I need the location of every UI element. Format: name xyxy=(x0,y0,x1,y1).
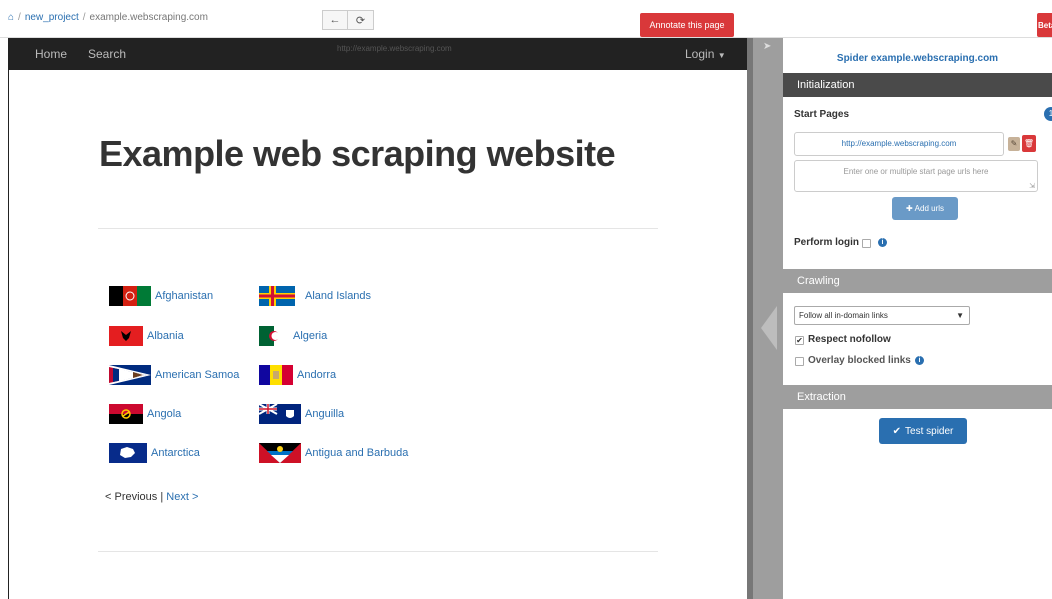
algeria-flag xyxy=(259,326,289,346)
back-arrow-icon: ← xyxy=(329,14,341,26)
country-link[interactable]: Albania xyxy=(147,330,184,342)
reload-icon: ⟳ xyxy=(355,14,366,27)
nav-home-link[interactable]: Home xyxy=(35,47,67,61)
initialization-header[interactable]: Initialization xyxy=(783,73,1052,97)
plus-icon: ✚ xyxy=(905,204,913,213)
country-link[interactable]: Antigua and Barbuda xyxy=(305,447,408,459)
antarctica-flag xyxy=(109,443,147,463)
info-icon[interactable]: i xyxy=(915,356,924,365)
spider-title: Spider example.webscraping.com xyxy=(836,53,999,64)
previous-link[interactable]: < Previous xyxy=(105,491,157,503)
nav-search-link[interactable]: Search xyxy=(88,47,126,61)
beta-badge: Beta xyxy=(1037,13,1052,37)
crawl-strategy-select[interactable]: Follow all in-domain links ▼ xyxy=(794,306,970,325)
collapse-arrow-icon[interactable] xyxy=(761,306,777,350)
crawling-header[interactable]: Crawling xyxy=(783,269,1052,293)
country-link[interactable]: Andorra xyxy=(297,369,336,381)
pager-separator: | xyxy=(160,491,164,503)
country-link[interactable]: Algeria xyxy=(293,330,327,342)
start-url-field[interactable]: http://example.webscraping.com xyxy=(794,132,1004,156)
respect-nofollow-label: Respect nofollow xyxy=(808,334,891,345)
reload-button[interactable]: ⟳ xyxy=(348,10,374,30)
country-item[interactable]: Algeria xyxy=(259,326,327,346)
annotate-page-button[interactable]: Annotate this page xyxy=(640,13,734,37)
country-link[interactable]: American Samoa xyxy=(155,369,239,381)
country-link[interactable]: Angola xyxy=(147,408,181,420)
country-item[interactable]: Afghanistan xyxy=(109,286,213,306)
textarea-placeholder: Enter one or multiple start page urls he… xyxy=(843,167,989,176)
breadcrumb-separator: / xyxy=(82,12,86,23)
pin-icon[interactable]: ➤ xyxy=(763,41,771,52)
andorra-flag xyxy=(259,365,293,385)
dropdown-arrow-icon: ▼ xyxy=(956,311,964,320)
country-item[interactable]: Andorra xyxy=(259,365,336,385)
country-link[interactable]: Anguilla xyxy=(305,408,344,420)
crawl-strategy-value: Follow all in-domain links xyxy=(799,311,888,320)
site-navbar: Home Search http://example.webscraping.c… xyxy=(9,38,747,70)
next-link[interactable]: Next > xyxy=(166,491,198,503)
start-pages-label: Start Pages xyxy=(794,109,850,120)
overlay-blocked-checkbox[interactable] xyxy=(795,357,804,366)
afghanistan-flag xyxy=(109,286,151,306)
edit-icon[interactable]: ✎ xyxy=(1008,137,1020,151)
breadcrumb: ⌂ / new_project / example.webscraping.co… xyxy=(8,12,208,23)
scraped-page-frame: Home Search http://example.webscraping.c… xyxy=(8,38,747,599)
home-icon[interactable]: ⌂ xyxy=(8,12,14,23)
top-toolbar: ⌂ / new_project / example.webscraping.co… xyxy=(0,0,1052,38)
overlay-blocked-label: Overlay blocked links xyxy=(808,355,911,366)
country-item[interactable]: Aland Islands xyxy=(259,286,371,306)
resize-grip-icon[interactable]: ⇲ xyxy=(1029,182,1035,190)
perform-login-checkbox[interactable] xyxy=(862,239,871,248)
test-spider-button[interactable]: ✔ Test spider xyxy=(879,418,967,444)
divider xyxy=(98,551,658,552)
back-button[interactable]: ← xyxy=(322,10,348,30)
country-item[interactable]: American Samoa xyxy=(109,365,239,385)
antigua-and-barbuda-flag xyxy=(259,443,301,463)
panel-splitter[interactable]: ➤ xyxy=(747,38,783,599)
country-item[interactable]: Albania xyxy=(109,326,184,346)
page-title: Example web scraping website xyxy=(99,133,616,174)
country-link[interactable]: Antarctica xyxy=(151,447,200,459)
pagination: < Previous | Next > xyxy=(105,491,198,503)
country-item[interactable]: Antarctica xyxy=(109,443,200,463)
albania-flag xyxy=(109,326,143,346)
spider-panel: Spider example.webscraping.com Initializ… xyxy=(783,38,1052,599)
start-pages-count-badge: 1 xyxy=(1044,107,1052,121)
country-item[interactable]: Anguilla xyxy=(259,404,344,424)
country-item[interactable]: Antigua and Barbuda xyxy=(259,443,408,463)
browser-nav-buttons: ← ⟳ xyxy=(322,10,374,30)
country-link[interactable]: Afghanistan xyxy=(155,290,213,302)
country-item[interactable]: Angola xyxy=(109,404,181,424)
caret-down-icon: ▼ xyxy=(717,51,726,60)
angola-flag xyxy=(109,404,143,424)
nav-login-dropdown[interactable]: Login ▼ xyxy=(685,47,726,61)
info-icon[interactable]: i xyxy=(878,238,887,247)
perform-login-label: Perform login xyxy=(794,237,860,248)
check-icon: ✔ xyxy=(892,425,902,437)
aland-islands-flag xyxy=(259,286,301,306)
test-spider-label: Test spider xyxy=(905,425,954,437)
add-urls-label: Add urls xyxy=(914,204,945,213)
country-link[interactable]: Aland Islands xyxy=(305,290,371,302)
breadcrumb-separator: / xyxy=(18,12,21,23)
extraction-header[interactable]: Extraction xyxy=(783,385,1052,409)
american-samoa-flag xyxy=(109,365,151,385)
start-urls-textarea[interactable]: Enter one or multiple start page urls he… xyxy=(794,160,1038,192)
login-label: Login xyxy=(685,47,715,61)
trash-icon[interactable]: 🗑 xyxy=(1022,135,1036,152)
respect-nofollow-checkbox[interactable]: ✔ xyxy=(795,336,804,345)
breadcrumb-current: example.webscraping.com xyxy=(89,12,208,23)
scrollbar[interactable] xyxy=(747,38,753,599)
anguilla-flag xyxy=(259,404,301,424)
add-urls-button[interactable]: ✚ Add urls xyxy=(892,197,958,220)
nav-url-text: http://example.webscraping.com xyxy=(337,44,452,53)
divider xyxy=(98,228,658,229)
breadcrumb-project-link[interactable]: new_project xyxy=(25,12,79,23)
